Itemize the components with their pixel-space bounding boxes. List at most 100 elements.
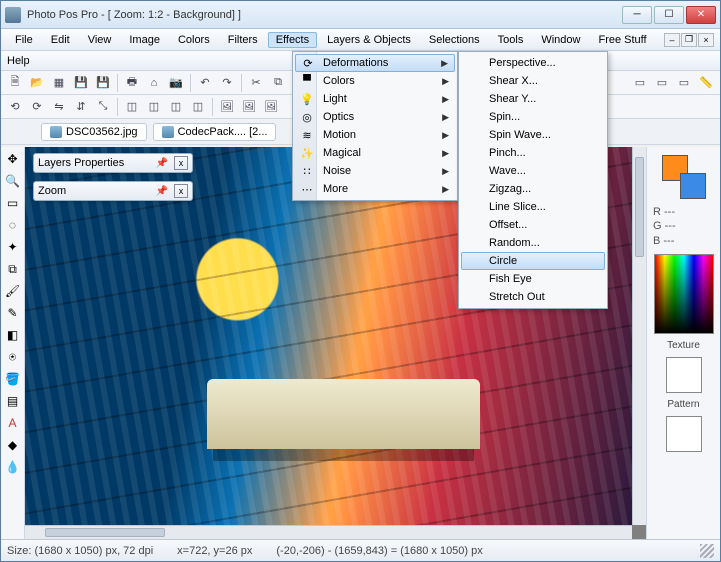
camera-icon[interactable]: 📷 — [166, 73, 186, 93]
deform-item-pinch-[interactable]: Pinch... — [461, 144, 605, 162]
save-icon[interactable]: 💾 — [71, 73, 91, 93]
zoom-panel[interactable]: Zoom 📌 x — [33, 181, 193, 201]
image3-icon[interactable]: 🖼 — [261, 97, 281, 117]
deform-item-circle[interactable]: Circle — [461, 252, 605, 270]
fill-icon[interactable]: 🪣 — [3, 369, 23, 389]
effects-item-magical[interactable]: ✨Magical▶ — [295, 144, 455, 162]
mdi-restore-button[interactable]: ❐ — [681, 33, 697, 47]
menu-effects[interactable]: Effects — [268, 32, 317, 48]
lasso-icon[interactable]: ◌ — [3, 215, 23, 235]
background-color[interactable] — [680, 173, 706, 199]
panel-close-icon[interactable]: x — [174, 156, 188, 170]
menu-colors[interactable]: Colors — [170, 32, 218, 48]
pattern-swatch[interactable] — [666, 416, 702, 452]
wand-icon[interactable]: ✦ — [3, 237, 23, 257]
color-swatches[interactable] — [662, 155, 706, 199]
menu-layers[interactable]: Layers & Objects — [319, 32, 419, 48]
deform-item-zigzag-[interactable]: Zigzag... — [461, 180, 605, 198]
effects-item-colors[interactable]: ▀Colors▶ — [295, 72, 455, 90]
effects-item-light[interactable]: 💡Light▶ — [295, 90, 455, 108]
cut-icon[interactable]: ✂ — [246, 73, 266, 93]
menu-view[interactable]: View — [80, 32, 120, 48]
menu-selections[interactable]: Selections — [421, 32, 488, 48]
layer-add-icon[interactable]: ◫ — [122, 97, 142, 117]
scroll-thumb[interactable] — [45, 528, 165, 537]
deform-item-stretch-out[interactable]: Stretch Out — [461, 288, 605, 306]
effects-item-motion[interactable]: ≋Motion▶ — [295, 126, 455, 144]
saveas-icon[interactable]: 💾 — [93, 73, 113, 93]
open-icon[interactable]: 📂 — [27, 73, 47, 93]
effects-item-noise[interactable]: ∷Noise▶ — [295, 162, 455, 180]
scanner-icon[interactable]: ⌂ — [144, 73, 164, 93]
ruler-icon[interactable]: 📏 — [696, 73, 716, 93]
menu-file[interactable]: File — [7, 32, 41, 48]
mdi-minimize-button[interactable]: – — [664, 33, 680, 47]
layer-dup-icon[interactable]: ◫ — [144, 97, 164, 117]
menu-tools[interactable]: Tools — [490, 32, 532, 48]
deform-item-random-[interactable]: Random... — [461, 234, 605, 252]
print-icon[interactable]: 🖶 — [122, 73, 142, 93]
new-icon[interactable]: 🗎 — [5, 73, 25, 93]
deform-item-shear-x-[interactable]: Shear X... — [461, 72, 605, 90]
menu-edit[interactable]: Edit — [43, 32, 78, 48]
text-icon[interactable]: A — [3, 413, 23, 433]
minimize-button[interactable]: ─ — [622, 6, 652, 24]
deform-item-line-slice-[interactable]: Line Slice... — [461, 198, 605, 216]
deform-item-fish-eye[interactable]: Fish Eye — [461, 270, 605, 288]
crop-icon[interactable]: ⧉ — [3, 259, 23, 279]
panel-close-icon[interactable]: x — [174, 184, 188, 198]
maximize-button[interactable]: ☐ — [654, 6, 684, 24]
deform-item-perspective-[interactable]: Perspective... — [461, 54, 605, 72]
undo-icon[interactable]: ↶ — [195, 73, 215, 93]
resize-icon[interactable]: ⤡ — [93, 97, 113, 117]
panel3-icon[interactable]: ▭ — [674, 73, 694, 93]
texture-swatch[interactable] — [666, 357, 702, 393]
eraser-icon[interactable]: ◧ — [3, 325, 23, 345]
pin-icon[interactable]: 📌 — [156, 186, 168, 197]
tab-2[interactable]: CodecPack.... [2... — [153, 123, 277, 141]
h-scrollbar[interactable] — [25, 525, 632, 539]
close-button[interactable]: ✕ — [686, 6, 716, 24]
zoom-tool-icon[interactable]: 🔍 — [3, 171, 23, 191]
v-scrollbar[interactable] — [632, 147, 646, 525]
menu-image[interactable]: Image — [121, 32, 168, 48]
layers-panel[interactable]: Layers Properties 📌 x — [33, 153, 193, 173]
mdi-close-button[interactable]: × — [698, 33, 714, 47]
layer-opt-icon[interactable]: ◫ — [166, 97, 186, 117]
rotate-right-icon[interactable]: ⟳ — [27, 97, 47, 117]
deform-item-spin-[interactable]: Spin... — [461, 108, 605, 126]
color-spectrum[interactable] — [654, 254, 714, 334]
menu-window[interactable]: Window — [533, 32, 588, 48]
clone-icon[interactable]: ⍟ — [3, 347, 23, 367]
grid-icon[interactable]: ▦ — [49, 73, 69, 93]
brush-icon[interactable]: 🖌 — [3, 281, 23, 301]
deform-item-spin-wave-[interactable]: Spin Wave... — [461, 126, 605, 144]
scroll-thumb[interactable] — [635, 157, 644, 257]
rect-select-icon[interactable]: ▭ — [3, 193, 23, 213]
menu-help[interactable]: Help — [7, 55, 30, 67]
pencil-icon[interactable]: ✎ — [3, 303, 23, 323]
resize-grip-icon[interactable] — [700, 544, 714, 558]
effects-item-deformations[interactable]: ⟳Deformations▶ — [295, 54, 455, 72]
gradient-icon[interactable]: ▤ — [3, 391, 23, 411]
deform-item-wave-[interactable]: Wave... — [461, 162, 605, 180]
flip-v-icon[interactable]: ⇵ — [71, 97, 91, 117]
menu-free[interactable]: Free Stuff — [590, 32, 654, 48]
deform-item-offset-[interactable]: Offset... — [461, 216, 605, 234]
effects-item-more[interactable]: ⋯More▶ — [295, 180, 455, 198]
deform-item-shear-y-[interactable]: Shear Y... — [461, 90, 605, 108]
redo-icon[interactable]: ↷ — [217, 73, 237, 93]
shape-icon[interactable]: ◆ — [3, 435, 23, 455]
panel2-icon[interactable]: ▭ — [652, 73, 672, 93]
copy-icon[interactable]: ⧉ — [268, 73, 288, 93]
menu-filters[interactable]: Filters — [220, 32, 266, 48]
tab-1[interactable]: DSC03562.jpg — [41, 123, 147, 141]
pin-icon[interactable]: 📌 — [156, 158, 168, 169]
effects-item-optics[interactable]: ◎Optics▶ — [295, 108, 455, 126]
image1-icon[interactable]: 🖼 — [217, 97, 237, 117]
panel1-icon[interactable]: ▭ — [630, 73, 650, 93]
flip-h-icon[interactable]: ⇋ — [49, 97, 69, 117]
rotate-left-icon[interactable]: ⟲ — [5, 97, 25, 117]
layer-merge-icon[interactable]: ◫ — [188, 97, 208, 117]
image2-icon[interactable]: 🖼 — [239, 97, 259, 117]
